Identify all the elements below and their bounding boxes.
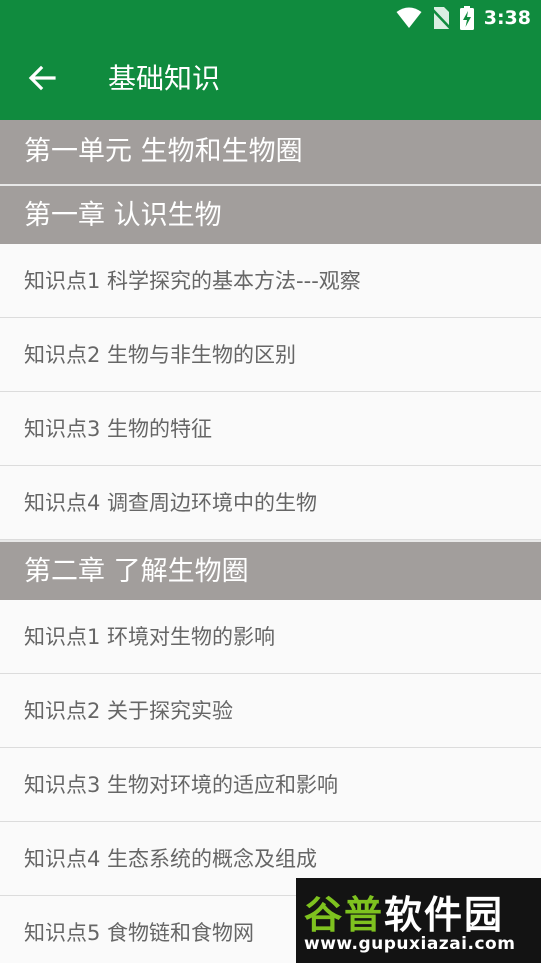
toolbar: 基础知识 [0, 38, 541, 120]
watermark: 谷普软件园 www.gupuxiazai.com [296, 878, 541, 963]
chapter-header: 第一章 认识生物 [0, 184, 541, 244]
list-item[interactable]: 知识点3 生物的特征 [0, 392, 541, 466]
list-item[interactable]: 知识点4 调查周边环境中的生物 [0, 466, 541, 540]
status-bar: 3:38 [0, 0, 541, 38]
list-item[interactable]: 知识点2 关于探究实验 [0, 674, 541, 748]
watermark-brand-part1: 谷普 [304, 893, 385, 937]
list-item[interactable]: 知识点1 环境对生物的影响 [0, 600, 541, 674]
unit-header: 第一单元 生物和生物圈 [0, 120, 541, 184]
chapter-header: 第二章 了解生物圈 [0, 540, 541, 600]
knowledge-list: 第一单元 生物和生物圈 第一章 认识生物 知识点1 科学探究的基本方法---观察… [0, 120, 541, 963]
list-item[interactable]: 知识点1 科学探究的基本方法---观察 [0, 244, 541, 318]
arrow-left-icon[interactable] [26, 62, 58, 94]
no-sim-icon [431, 7, 450, 29]
watermark-brand-part2: 软件园 [384, 893, 505, 937]
list-item[interactable]: 知识点3 生物对环境的适应和影响 [0, 748, 541, 822]
watermark-brand: 谷普软件园 [304, 884, 504, 939]
status-time: 3:38 [483, 7, 531, 29]
app-bar: 3:38 基础知识 [0, 0, 541, 120]
battery-charging-icon [459, 6, 474, 30]
list-item[interactable]: 知识点2 生物与非生物的区别 [0, 318, 541, 392]
watermark-url: www.gupuxiazai.com [304, 934, 516, 954]
page-title: 基础知识 [108, 62, 221, 95]
wifi-icon [396, 7, 422, 28]
status-icons: 3:38 [396, 6, 531, 30]
